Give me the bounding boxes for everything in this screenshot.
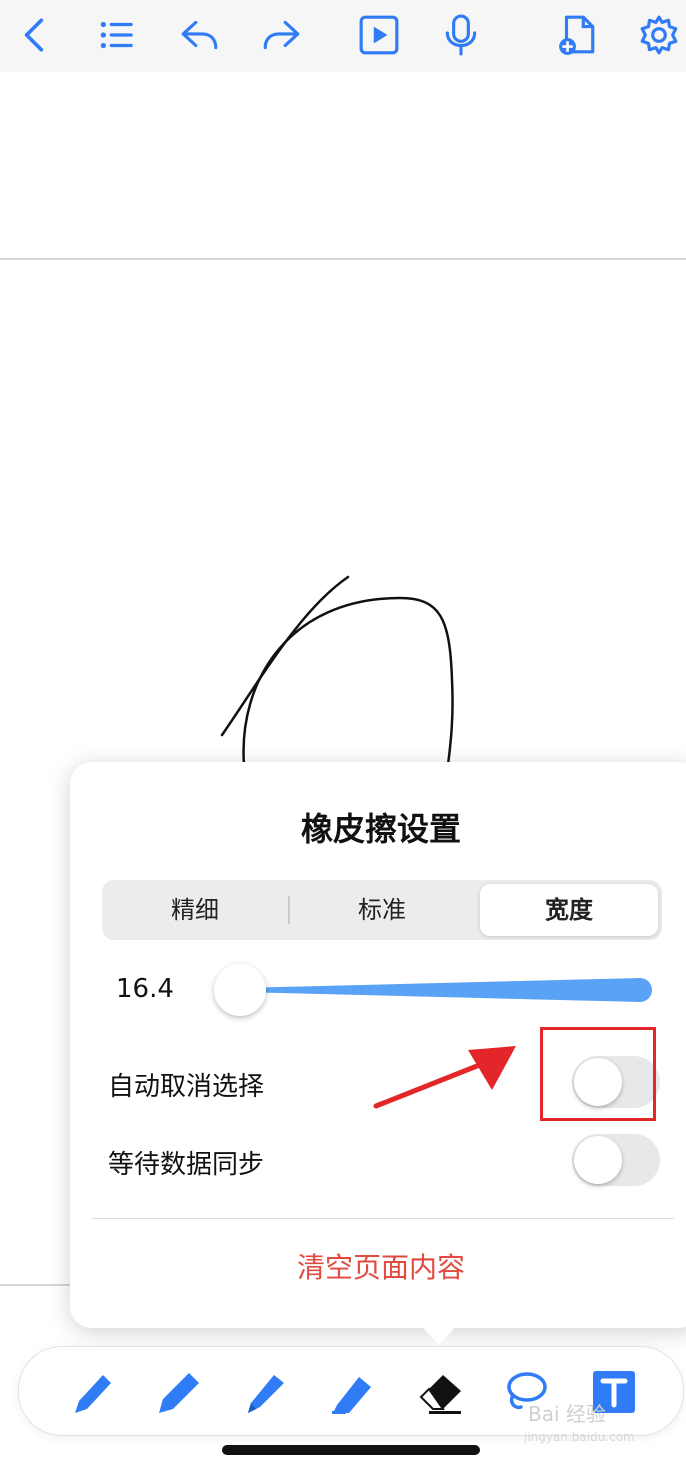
watermark: Bai 经验	[528, 1402, 606, 1426]
top-toolbar	[0, 0, 686, 72]
play-icon[interactable]	[354, 10, 404, 60]
eraser-icon[interactable]	[413, 1365, 467, 1419]
microphone-icon[interactable]	[436, 10, 486, 60]
chevron-left-icon[interactable]	[10, 10, 60, 60]
list-icon[interactable]	[92, 10, 142, 60]
eraser-mode-selector: 精细 标准 宽度	[102, 880, 662, 940]
page-break-line	[0, 258, 686, 260]
toggle-knob	[574, 1136, 622, 1184]
redo-icon[interactable]	[256, 10, 306, 60]
segment-width[interactable]: 宽度	[480, 884, 658, 936]
pen-icon[interactable]	[65, 1365, 119, 1419]
gear-icon[interactable]	[634, 10, 684, 60]
handwriting-stroke[interactable]	[0, 560, 686, 780]
auto-deselect-label: 自动取消选择	[108, 1072, 265, 1102]
segment-divider	[288, 896, 290, 924]
highlighter-icon[interactable]	[325, 1365, 379, 1419]
pen-icon[interactable]	[238, 1365, 292, 1419]
annotation-arrow-icon	[373, 1046, 516, 1109]
width-slider[interactable]	[210, 962, 660, 1018]
wait-sync-toggle[interactable]	[572, 1134, 660, 1186]
popover-title: 橡皮擦设置	[300, 810, 461, 848]
home-indicator[interactable]	[222, 1445, 480, 1455]
undo-icon[interactable]	[175, 10, 225, 60]
segment-fine[interactable]: 精细	[106, 884, 284, 936]
pen-icon[interactable]	[151, 1365, 205, 1419]
annotation-highlight-box	[540, 1027, 656, 1121]
watermark-url: jingyan.baidu.com	[524, 1430, 635, 1444]
popover-divider	[92, 1218, 674, 1219]
wait-sync-label: 等待数据同步	[108, 1150, 265, 1180]
slider-track	[240, 978, 652, 1002]
clear-page-button[interactable]: 清空页面内容	[70, 1246, 686, 1286]
slider-thumb[interactable]	[214, 964, 266, 1016]
segment-standard[interactable]: 标准	[293, 884, 471, 936]
popover-caret	[421, 1325, 457, 1345]
width-value: 16.4	[116, 974, 174, 1004]
add-page-icon[interactable]	[552, 10, 602, 60]
